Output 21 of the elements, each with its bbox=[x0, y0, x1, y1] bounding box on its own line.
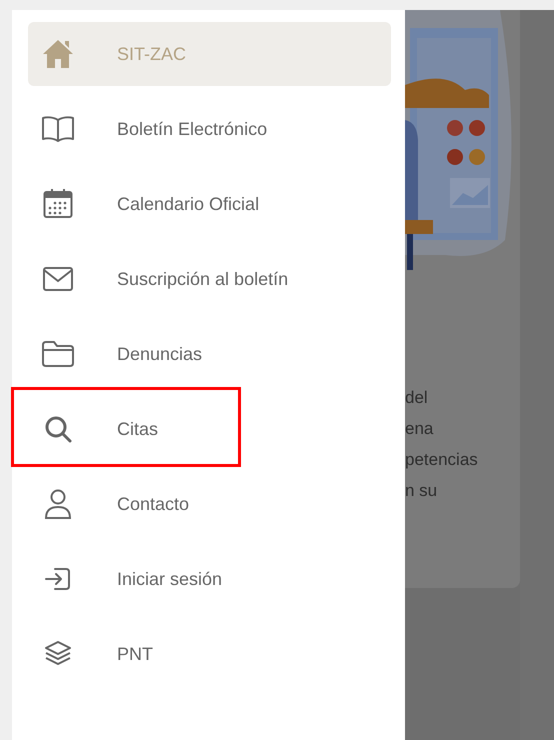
body-text: del bbox=[405, 387, 429, 409]
layers-icon bbox=[44, 640, 72, 668]
book-icon bbox=[42, 115, 74, 143]
login-icon bbox=[45, 566, 71, 592]
menu-item[interactable]: Boletín Electrónico bbox=[28, 97, 391, 161]
folder-icon bbox=[42, 341, 74, 367]
menu-item[interactable]: PNT bbox=[28, 622, 391, 686]
menu-item[interactable]: Denuncias bbox=[28, 322, 391, 386]
user-icon bbox=[44, 489, 72, 519]
menu-item[interactable]: Citas bbox=[28, 397, 391, 461]
menu-item[interactable]: Suscripción al boletín bbox=[28, 247, 391, 311]
body-text: petencias bbox=[405, 449, 479, 471]
home-icon bbox=[42, 39, 74, 69]
menu-item[interactable]: Iniciar sesión bbox=[28, 547, 391, 611]
mail-icon bbox=[43, 267, 73, 291]
menu-item[interactable]: Contacto bbox=[28, 472, 391, 536]
calendar-icon bbox=[43, 189, 73, 219]
search-icon bbox=[44, 415, 72, 443]
menu-item[interactable]: Calendario Oficial bbox=[28, 172, 391, 236]
body-text: ena bbox=[405, 418, 434, 440]
body-text: n su bbox=[405, 480, 438, 502]
